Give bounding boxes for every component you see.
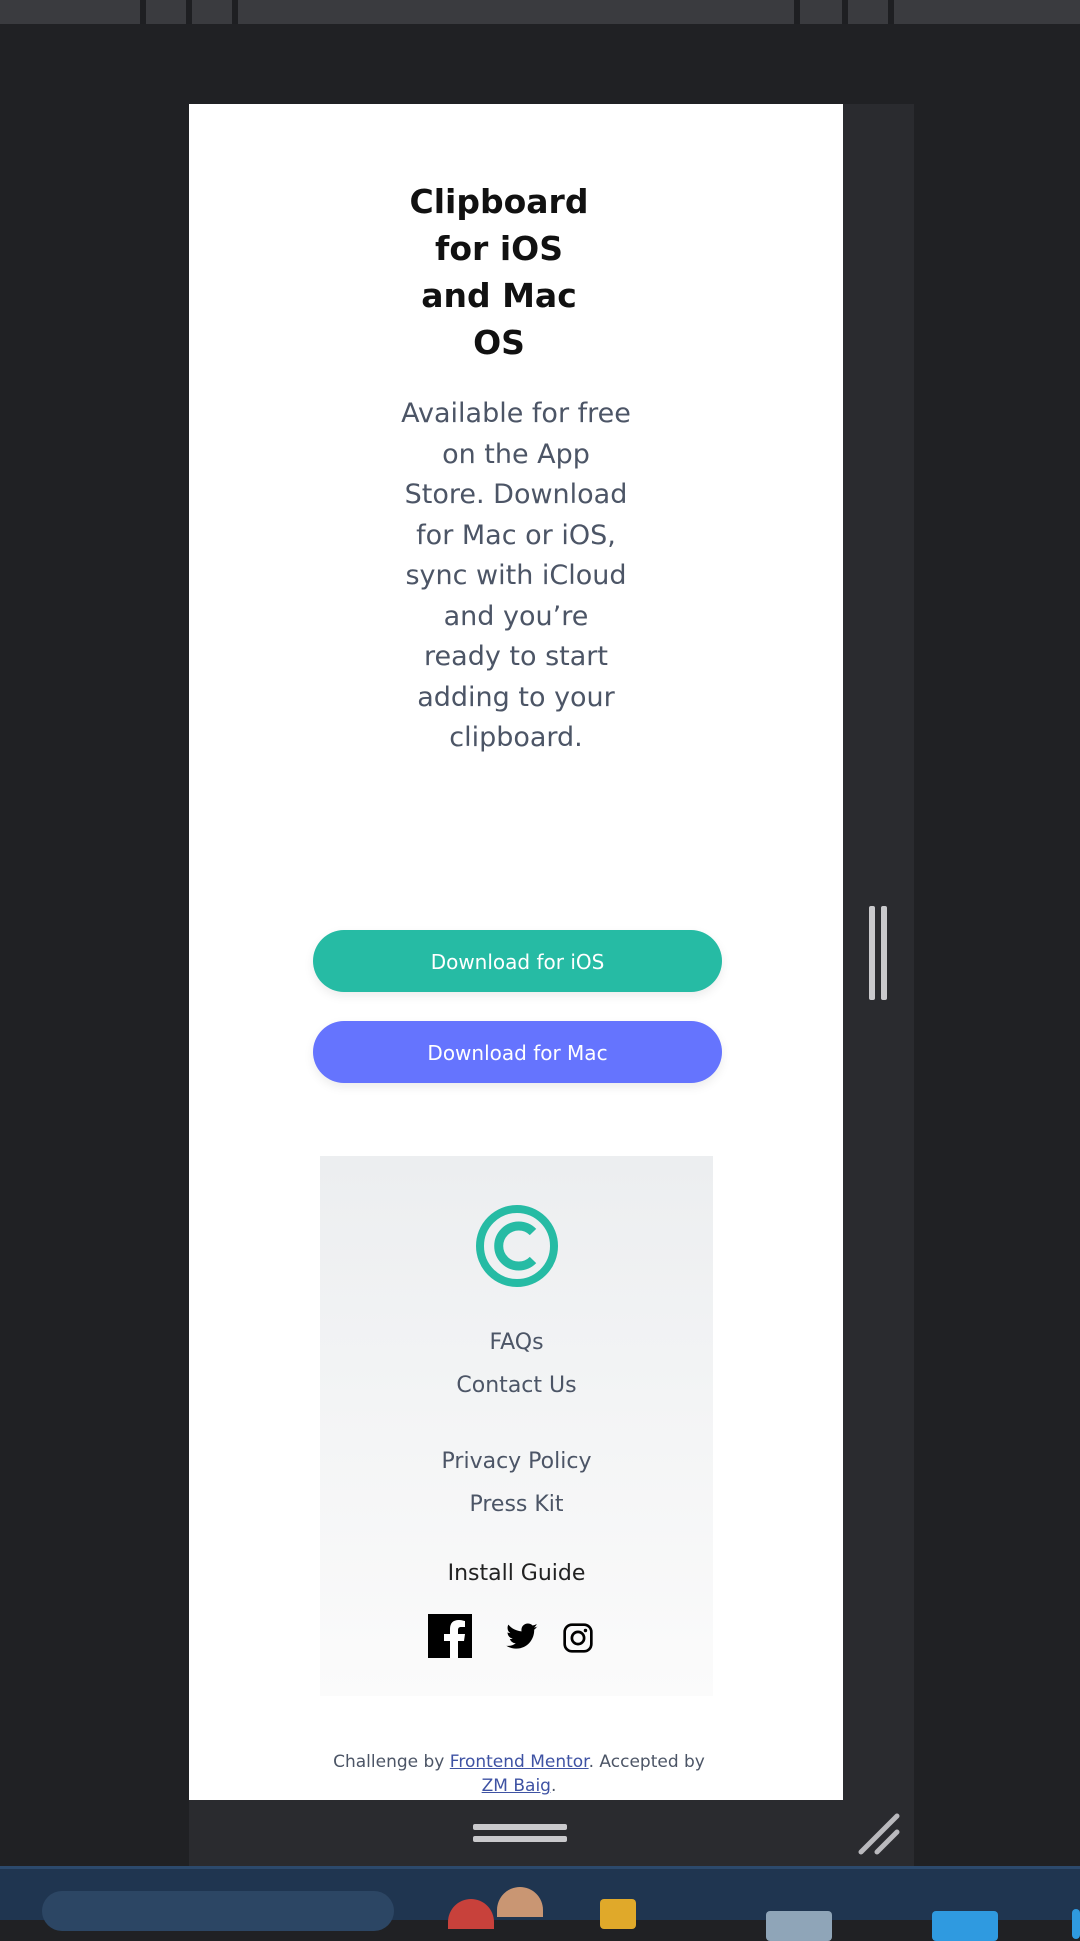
frontend-mentor-link[interactable]: Frontend Mentor <box>450 1752 589 1772</box>
footer-link-faqs[interactable]: FAQs <box>320 1330 713 1355</box>
toolbar-separator <box>232 0 238 24</box>
footer-link-press-kit[interactable]: Press Kit <box>320 1492 713 1517</box>
attribution: Challenge by Frontend Mentor. Accepted b… <box>229 1750 809 1798</box>
toolbar-separator <box>186 0 192 24</box>
footer: FAQs Contact Us Privacy Policy Press Kit… <box>320 1156 713 1696</box>
taskbar-avatar-icon[interactable] <box>497 1887 543 1917</box>
toolbar-separator <box>888 0 894 24</box>
footer-link-install-guide[interactable]: Install Guide <box>320 1561 713 1586</box>
instagram-icon[interactable] <box>561 1622 595 1654</box>
taskbar-app-icon[interactable] <box>932 1911 998 1941</box>
taskbar-app-icon[interactable] <box>1072 1909 1080 1939</box>
attribution-suffix: . <box>550 1776 557 1796</box>
toolbar-separator <box>794 0 800 24</box>
footer-link-privacy-policy[interactable]: Privacy Policy <box>320 1449 713 1474</box>
top-toolbar <box>0 0 1080 24</box>
attribution-middle: . Accepted by <box>588 1752 705 1772</box>
attribution-prefix: Challenge by <box>333 1752 445 1772</box>
toolbar-separator <box>842 0 848 24</box>
taskbar-app-icon[interactable] <box>448 1899 494 1929</box>
side-resize-handle[interactable] <box>869 906 891 1000</box>
hero-title: Clipboard for iOS and Mac OS <box>409 182 589 362</box>
download-mac-button[interactable]: Download for Mac <box>313 1021 722 1083</box>
page-viewport: Clipboard for iOS and Mac OS Available f… <box>189 104 843 1800</box>
facebook-icon[interactable] <box>428 1614 472 1658</box>
footer-link-contact-us[interactable]: Contact Us <box>320 1373 713 1398</box>
author-link[interactable]: ZM Baig <box>482 1776 551 1796</box>
twitter-icon[interactable] <box>504 1620 540 1654</box>
taskbar-window-icon[interactable] <box>766 1911 832 1941</box>
download-ios-button[interactable]: Download for iOS <box>313 930 722 992</box>
taskbar-folder-icon[interactable] <box>600 1899 636 1929</box>
toolbar-separator <box>140 0 146 24</box>
bottom-resize-handle[interactable] <box>473 1824 567 1846</box>
clipboard-logo-icon[interactable] <box>475 1204 559 1288</box>
corner-resize-icon[interactable] <box>855 1810 903 1858</box>
hero-description: Available for free on the App Store. Dow… <box>401 398 631 753</box>
taskbar-search[interactable] <box>42 1891 394 1931</box>
taskbar <box>0 1866 1080 1941</box>
